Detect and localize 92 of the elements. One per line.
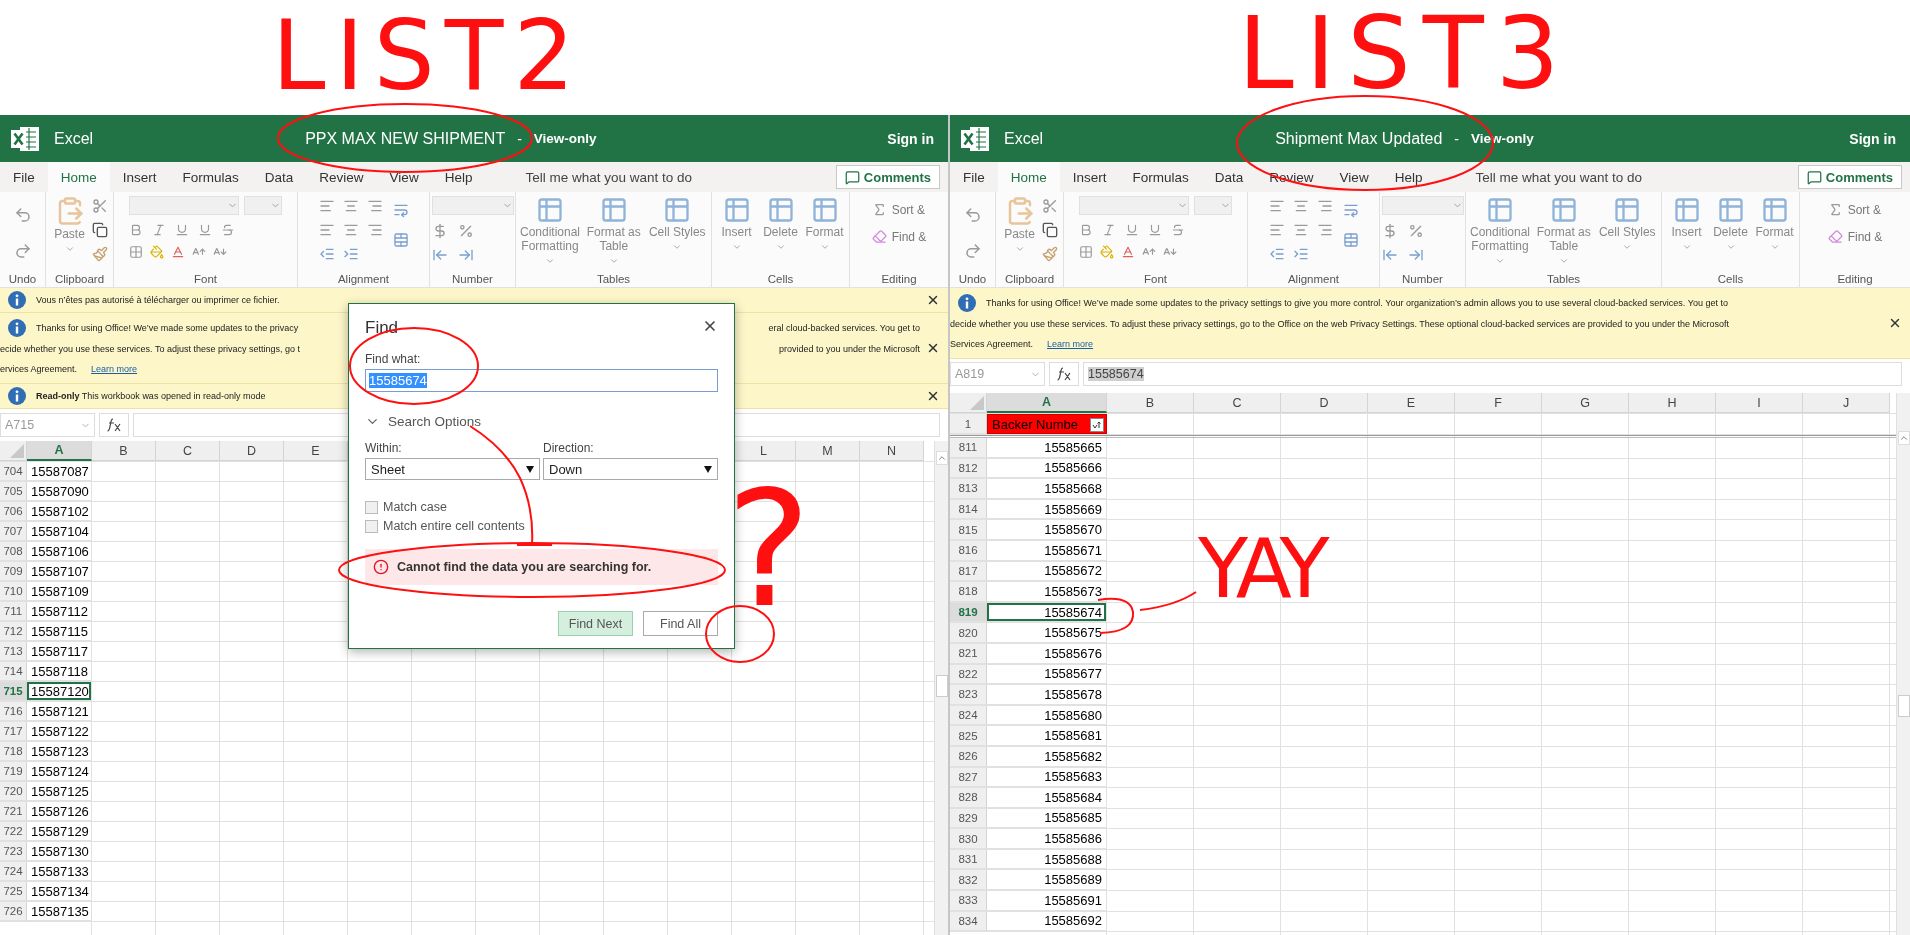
table-cell: 15585666: [987, 458, 1107, 479]
field-label: Find what:: [365, 352, 422, 366]
group-label: Clipboard: [53, 273, 106, 285]
table-cell: 15585674: [987, 602, 1107, 623]
checkbox-label: Match entire cell contents: [383, 519, 525, 533]
field-label: Direction:: [543, 441, 595, 455]
notification-text: Read-only This workbook was opened in read-only mode: [36, 391, 266, 401]
document-title: PPX MAX NEW SHIPMENT: [305, 129, 506, 148]
table-cell: 15587120: [27, 682, 92, 701]
table-cell: 15585684: [987, 788, 1107, 808]
handwritten-note: LIST3: [1238, 4, 1572, 104]
checkbox-label: Match case: [383, 500, 447, 514]
table-cell: 15585686: [987, 829, 1107, 849]
table-cell: 15585669: [987, 499, 1107, 520]
group-label: Alignment: [336, 273, 391, 285]
table-cell: 15585668: [987, 479, 1107, 499]
table-cell: 15585689: [987, 870, 1107, 891]
table-cell: 15587122: [27, 722, 92, 741]
handwritten-note: LIST2: [272, 8, 585, 104]
table-cell: 15585692: [987, 911, 1107, 932]
group-label: Editing: [1836, 273, 1874, 285]
table-cell: 15587123: [27, 742, 92, 761]
table-header-cell: Backer Numbe: [987, 414, 1107, 434]
table-cell: 15587090: [27, 482, 92, 501]
table-cell: 15585678: [987, 685, 1107, 705]
notification-text: eral cloud-backed services. You get to: [768, 323, 921, 333]
table-cell: 15587130: [27, 842, 92, 861]
group-label: Cells: [766, 273, 795, 285]
table-cell: 15587104: [27, 522, 92, 541]
group-label: Editing: [880, 273, 918, 285]
table-cell: 15587109: [27, 582, 92, 601]
document-title: Shipment Max Updated: [1275, 129, 1443, 148]
table-cell: 15587121: [27, 702, 92, 721]
table-cell: 15587107: [27, 562, 92, 581]
table-cell: 15587124: [27, 762, 92, 781]
group-label: Alignment: [1286, 273, 1341, 285]
table-cell: 15587126: [27, 802, 92, 821]
title-separator: -: [1454, 130, 1459, 147]
table-cell: 15585681: [987, 726, 1107, 746]
table-cell: 15587134: [27, 882, 92, 901]
table-cell: 15587133: [27, 862, 92, 881]
table-cell: 15587117: [27, 642, 92, 661]
table-cell: 15585680: [987, 705, 1107, 726]
error-text: Cannot find the data you are searching for.: [397, 560, 652, 574]
table-cell: 15585675: [987, 623, 1107, 643]
view-mode-label: View-only: [533, 131, 597, 146]
table-cell: 15585670: [987, 520, 1107, 540]
table-cell: 15587118: [27, 662, 92, 681]
table-cell: 15587112: [27, 602, 92, 621]
group-label: Font: [193, 273, 218, 285]
group-label: Tables: [1545, 273, 1582, 285]
table-cell: 15585672: [987, 561, 1107, 582]
notification-text: decide whether you use these services. To adjust these privacy settings, go to the Office on the web Privacy Settings. These optional cloud-backed services are provided to you under the Microsoft: [950, 319, 1729, 329]
table-cell: 15585677: [987, 664, 1107, 685]
notification-text: Vous n’êtes pas autorisé à télécharger ou imprimer ce fichier.: [36, 295, 280, 305]
table-cell: 15585683: [987, 767, 1107, 788]
table-cell: 15585682: [987, 746, 1107, 767]
group-label: Cells: [1716, 273, 1745, 285]
table-cell: 15585685: [987, 808, 1107, 829]
notification-text: ecide whether you use these services. To adjust these privacy settings, go t: [0, 344, 300, 354]
table-cell: 15585676: [987, 643, 1107, 664]
notification-text: Thanks for using Office! We’ve made some updates to the privacy settings to give you more control. Your organization’s admin allows you to use several cloud-backed services. You get to: [986, 298, 1728, 308]
app-name: Excel: [54, 129, 94, 148]
notification-text: provided to you under the Microsoft: [778, 344, 921, 354]
group-label: Undo: [957, 273, 988, 285]
table-cell: 15587135: [27, 902, 92, 921]
title-separator: -: [517, 130, 522, 147]
group-label: Number: [451, 273, 494, 285]
handwritten-note: YAY: [1198, 528, 1324, 610]
group-label: Number: [1401, 273, 1444, 285]
table-cell: 15585673: [987, 582, 1107, 602]
table-cell: 15587087: [27, 462, 92, 481]
group-label: Clipboard: [1003, 273, 1056, 285]
table-cell: 15585671: [987, 540, 1107, 561]
group-label: Undo: [7, 273, 38, 285]
table-cell: 15585688: [987, 849, 1107, 870]
group-label: Font: [1143, 273, 1168, 285]
group-label: Tables: [595, 273, 632, 285]
notification-text: ervices Agreement.: [0, 364, 78, 374]
table-cell: 15587129: [27, 822, 92, 841]
field-label: Within:: [365, 441, 403, 455]
table-cell: 15587106: [27, 542, 92, 561]
table-cell: 15585691: [987, 891, 1107, 911]
app-name: Excel: [1004, 129, 1044, 148]
notification-text: Thanks for using Office! We’ve made some updates to the privacy: [36, 323, 299, 333]
table-cell: 15585665: [987, 438, 1107, 458]
table-cell: 15587115: [27, 622, 92, 641]
notification-text: Services Agreement.: [950, 339, 1034, 349]
dialog-title: Find: [365, 318, 399, 338]
table-cell: 15587125: [27, 782, 92, 801]
table-cell: 15587102: [27, 502, 92, 521]
handwritten-note: ?: [726, 470, 811, 630]
